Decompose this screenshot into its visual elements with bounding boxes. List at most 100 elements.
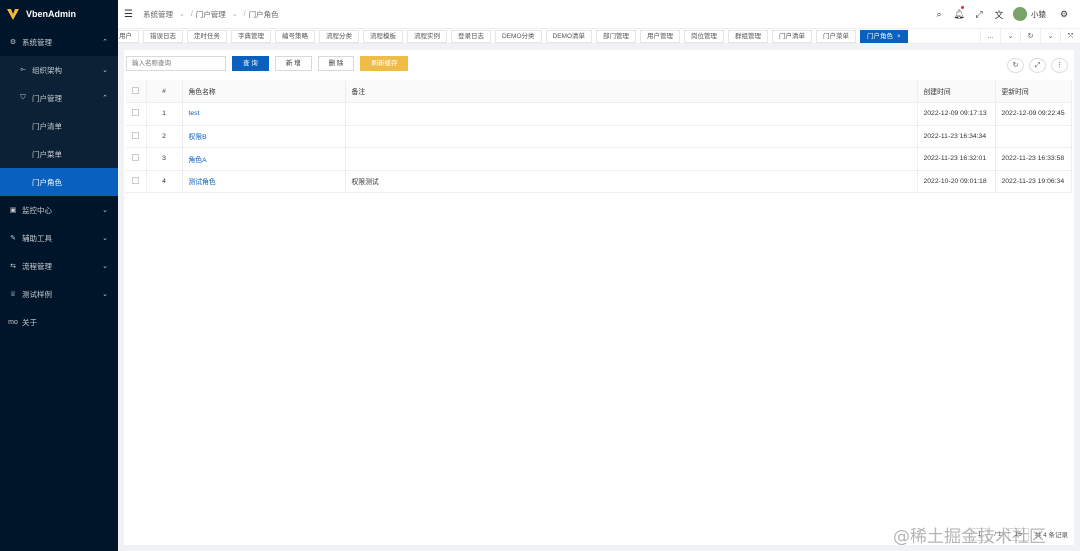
menu-label: 辅助工具	[22, 233, 52, 243]
tab-flow-instance[interactable]: 流程实例	[407, 30, 447, 43]
menu-portal-role[interactable]: 门户角色	[0, 168, 118, 196]
table-settings: ↻ ⤢ ⋮	[1002, 58, 1068, 73]
tab-error-log[interactable]: 错误日志	[143, 30, 183, 43]
row-checkbox[interactable]	[132, 176, 139, 184]
tab-numbering-strategy[interactable]: 编号策略	[275, 30, 315, 43]
breadcrumb-item[interactable]: 系统管理	[143, 9, 173, 20]
menu-test-samples[interactable]: ♕ 测试样例 ⌄	[0, 280, 118, 308]
index-cell: 1	[146, 102, 183, 126]
tab-flow-category[interactable]: 流程分类	[319, 30, 359, 43]
tab-login-log[interactable]: 登录日志	[451, 30, 491, 43]
app-name: VbenAdmin	[26, 9, 77, 19]
table-row[interactable]: 2 权限B 2022-11-23 16:34:34	[126, 125, 1072, 148]
role-name-link[interactable]: test	[182, 102, 346, 126]
menu-label: 门户菜单	[32, 149, 62, 159]
chevron-down-icon: ⌄	[102, 207, 108, 214]
close-icon[interactable]: ×	[897, 34, 901, 40]
table-panel: 查 询 新 增 删 除 刷新缓存 ↻ ⤢ ⋮ # 角色名称 备注 创建时间 更新…	[124, 50, 1074, 545]
refresh-icon[interactable]: ↻	[1020, 29, 1040, 43]
menu-monitor-center[interactable]: ▣ 监控中心 ⌄	[0, 196, 118, 224]
menu-org-structure[interactable]: ⟜ 组织架构 ⌄	[0, 56, 118, 84]
tab-portal-menu[interactable]: 门户菜单	[816, 30, 856, 43]
tabs-list: 用户 错误日志 定时任务 字典管理 编号策略 流程分类 流程模板 流程实例 登录…	[118, 30, 912, 43]
multi-tabs: 用户 错误日志 定时任务 字典管理 编号策略 流程分类 流程模板 流程实例 登录…	[118, 28, 1080, 44]
menu-system-management[interactable]: ⚙ 系统管理 ⌃	[0, 28, 118, 56]
query-button[interactable]: 查 询	[232, 55, 269, 71]
chevron-down-icon: ⌄	[102, 263, 108, 270]
column-header: 更新时间	[995, 80, 1072, 103]
select-all-cell	[126, 80, 147, 103]
sidebar: VbenAdmin ⚙ 系统管理 ⌃ ⟜ 组织架构 ⌄ ⛉ 门户管理 ⌃ 门户清…	[0, 0, 118, 551]
breadcrumb-item: 门户角色	[248, 9, 279, 19]
row-checkbox[interactable]	[132, 131, 139, 139]
avatar[interactable]	[1013, 7, 1027, 21]
translate-icon[interactable]: 文	[989, 8, 1009, 21]
menu-flow-management[interactable]: ⇆ 流程管理 ⌄	[0, 252, 118, 280]
row-checkbox[interactable]	[132, 109, 139, 117]
table-row[interactable]: 4 测试角色 权限测试 2022-10-20 09:01:18 2022-11-…	[126, 170, 1072, 193]
menu-label: 测试样例	[22, 289, 52, 299]
search-icon[interactable]: ⌕	[929, 9, 949, 20]
menu-portal-list[interactable]: 门户清单	[0, 112, 118, 140]
role-name-link[interactable]: 权限B	[182, 125, 346, 148]
menu-portal-menu[interactable]: 门户菜单	[0, 140, 118, 168]
menu-portal-management[interactable]: ⛉ 门户管理 ⌃	[0, 84, 118, 112]
chevron-up-icon: ⌃	[102, 39, 108, 46]
shield-icon: ⛉	[20, 94, 26, 101]
tab-group[interactable]: 群组管理	[728, 30, 768, 43]
tab-more-button[interactable]: ...	[980, 29, 1000, 43]
tab-flow-template[interactable]: 流程模板	[363, 30, 403, 43]
menu-aux-tools[interactable]: ✎ 辅助工具 ⌄	[0, 224, 118, 252]
tab-portal-list[interactable]: 门户清单	[772, 30, 812, 43]
role-name-link[interactable]: 角色A	[182, 147, 346, 171]
select-cell	[126, 147, 147, 171]
breadcrumb-item[interactable]: 门户管理	[196, 9, 226, 20]
table-row[interactable]: 3 角色A 2022-11-23 16:32:01 2022-11-23 16:…	[126, 147, 1072, 171]
search-input[interactable]	[126, 55, 226, 71]
remark-cell	[345, 147, 918, 171]
role-name-link[interactable]: 测试角色	[182, 170, 346, 193]
username[interactable]: 小猿	[1031, 9, 1046, 20]
tab-user[interactable]: 用户	[118, 30, 139, 43]
chevron-up-icon: ⌃	[102, 95, 108, 102]
refresh-icon[interactable]: ↻	[1007, 58, 1024, 73]
column-header: 创建时间	[917, 80, 996, 103]
menu-label: 门户管理	[32, 93, 62, 103]
fold-icon[interactable]: ⤧	[1060, 29, 1080, 43]
menu-label: 门户清单	[32, 121, 62, 131]
tab-dictionary[interactable]: 字典管理	[231, 30, 271, 43]
chevron-down-icon: ⌄	[178, 11, 185, 18]
index-cell: 3	[146, 147, 183, 171]
column-header: 备注	[345, 80, 918, 103]
menu-about[interactable]: mo 关于	[0, 308, 118, 336]
tab-department[interactable]: 部门管理	[596, 30, 636, 43]
app-logo[interactable]: VbenAdmin	[0, 0, 118, 28]
tab-scheduled-task[interactable]: 定时任务	[187, 30, 227, 43]
bell-icon[interactable]: 🔔︎	[949, 5, 969, 20]
breadcrumb-separator: /	[243, 10, 246, 18]
tab-tools: ... ⌄ ↻ ⌄ ⤧	[980, 29, 1080, 43]
menu-fold-icon[interactable]: ☰	[124, 9, 133, 20]
select-all-checkbox[interactable]	[132, 86, 139, 94]
chevron-down-icon: ⌄	[102, 235, 108, 242]
fullscreen-icon[interactable]: ⤢	[969, 9, 989, 20]
tab-user-management[interactable]: 用户管理	[640, 30, 680, 43]
fullscreen-icon[interactable]: ⤢	[1029, 58, 1046, 73]
tab-demo-category[interactable]: DEMO分类	[495, 30, 542, 43]
column-settings-icon[interactable]: ⋮	[1051, 58, 1068, 73]
chevron-down-icon[interactable]: ⌄	[1000, 29, 1020, 43]
settings-icon[interactable]: ⚙	[1054, 9, 1074, 20]
chevron-down-icon[interactable]: ⌄	[1040, 29, 1060, 43]
row-checkbox[interactable]	[132, 154, 139, 162]
chevron-down-icon: ⌄	[102, 291, 108, 298]
refresh-cache-button[interactable]: 刷新缓存	[360, 55, 409, 71]
tab-portal-role[interactable]: 门户角色 ×	[860, 30, 908, 43]
breadcrumb-separator: /	[190, 10, 193, 18]
tab-position[interactable]: 岗位管理	[684, 30, 724, 43]
menu-label: 系统管理	[22, 37, 52, 47]
updated-cell: 2022-12-09 09:22:45	[995, 102, 1072, 126]
tab-demo-list[interactable]: DEMO清单	[545, 30, 592, 43]
table-row[interactable]: 1 test 2022-12-09 09:17:13 2022-12-09 09…	[126, 102, 1072, 126]
add-button[interactable]: 新 增	[274, 55, 312, 71]
delete-button[interactable]: 删 除	[317, 55, 355, 71]
